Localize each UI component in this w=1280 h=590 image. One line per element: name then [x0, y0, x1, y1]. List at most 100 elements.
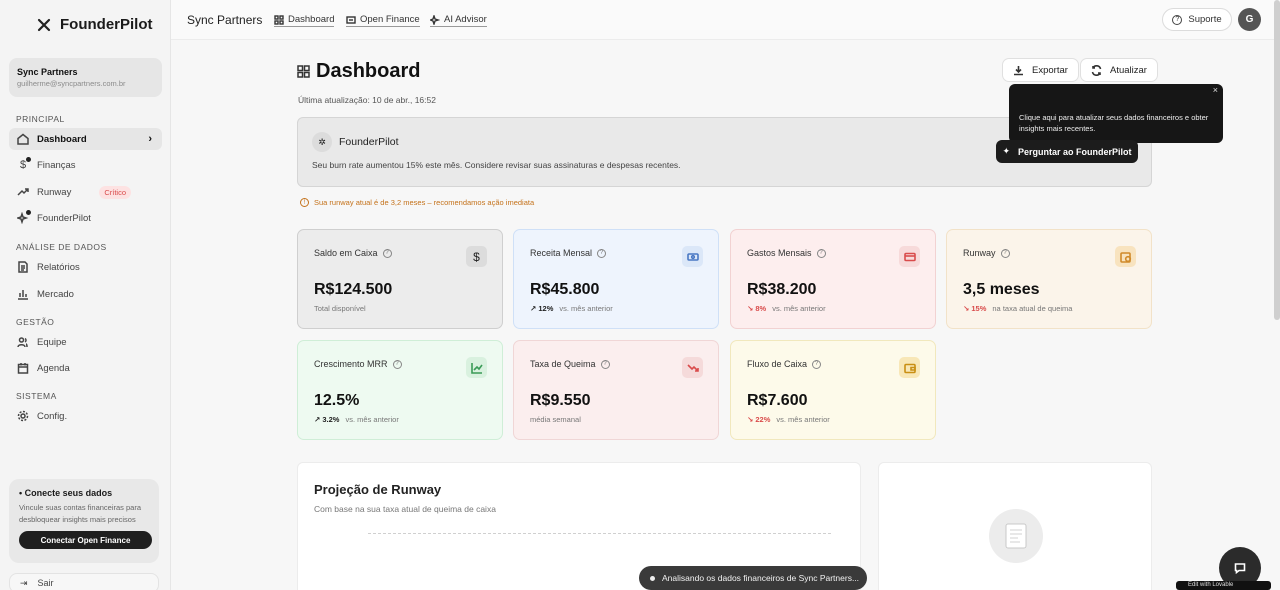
help-icon[interactable]: ?: [392, 359, 402, 369]
connect-open-finance-button[interactable]: Conectar Open Finance: [19, 531, 152, 549]
card-label: Taxa de Queima?: [530, 359, 610, 369]
sidebar-item-runway[interactable]: Runway Crítico: [9, 181, 162, 203]
refresh-button[interactable]: Atualizar: [1080, 58, 1158, 82]
help-icon[interactable]: ?: [1000, 248, 1010, 258]
ask-founderpilot-button[interactable]: ✦ Perguntar ao FounderPilot: [996, 140, 1138, 163]
dollar-icon: $: [466, 246, 487, 267]
status-dot: [650, 575, 655, 581]
refresh-icon: [1091, 64, 1102, 76]
sidebar-item-relatorios[interactable]: Relatórios: [9, 256, 162, 278]
alert-circle-icon: !: [300, 198, 309, 207]
warning-text: Sua runway atual é de 3,2 meses – recome…: [314, 198, 535, 207]
founderpilot-logo-icon: [37, 18, 51, 31]
section-gestao: GESTÃO: [16, 317, 55, 327]
card-sub: ↘ 15% na taxa atual de queima: [963, 304, 1073, 313]
card-sub: Total disponível: [314, 304, 366, 313]
card-queima[interactable]: Taxa de Queima? R$9.550 média semanal: [513, 340, 719, 440]
topbar: Sync Partners Dashboard Open Finance AI …: [171, 0, 1280, 40]
chevron-right-icon: ›: [148, 133, 152, 145]
account-email: guilherme@syncpartners.com.br: [17, 79, 126, 88]
panel-subtitle: Com base na sua taxa atual de queima de …: [314, 504, 496, 514]
card-value: R$124.500: [314, 281, 393, 298]
nav-link-dashboard[interactable]: Dashboard: [274, 14, 335, 27]
card-gastos[interactable]: Gastos Mensais? R$38.200 ↘ 8% vs. mês ant…: [730, 229, 936, 329]
card-saldo[interactable]: Saldo em Caixa? $ R$124.500 Total dispon…: [297, 229, 503, 329]
sidebar-item-label: Relatórios: [37, 261, 80, 273]
sidebar-item-financas[interactable]: $ Finanças: [9, 154, 162, 176]
page-title: Dashboard: [297, 60, 420, 83]
side-panel: [878, 462, 1152, 590]
card-mrr[interactable]: Crescimento MRR? 12.5% ↗ 3.2% vs. mês ant…: [297, 340, 503, 440]
help-icon[interactable]: ?: [382, 248, 392, 258]
sidebar-item-founderpilot[interactable]: FounderPilot: [9, 207, 162, 229]
nav-link-open-finance[interactable]: Open Finance: [346, 14, 420, 27]
last-updated: Última atualização: 10 de abr., 16:52: [298, 95, 436, 105]
trending-icon: [17, 186, 29, 198]
help-icon[interactable]: ?: [812, 359, 822, 369]
card-sub: ↘ 8% vs. mês anterior: [747, 304, 826, 313]
nav-link-ai-advisor[interactable]: AI Advisor: [430, 14, 487, 27]
sparkles-icon: [430, 14, 440, 25]
sidebar: FounderPilot Sync Partners guilherme@syn…: [0, 0, 171, 590]
sidebar-item-agenda[interactable]: Agenda: [9, 357, 162, 379]
wallet-icon: [899, 357, 920, 378]
dollar-icon: $: [17, 157, 31, 171]
bar-chart-icon: [17, 288, 29, 300]
export-button[interactable]: Exportar: [1002, 58, 1079, 82]
sidebar-item-label: Finanças: [37, 159, 76, 171]
logout-icon: ⇥: [20, 577, 28, 588]
sidebar-item-dashboard[interactable]: Dashboard ›: [9, 128, 162, 150]
support-button[interactable]: ? Suporte: [1162, 8, 1232, 31]
account-name: Sync Partners: [17, 67, 78, 77]
ask-button-label: Perguntar ao FounderPilot: [1018, 146, 1132, 157]
card-sub: ↘ 22% vs. mês anterior: [747, 415, 830, 424]
sidebar-item-config[interactable]: Config.: [9, 405, 162, 427]
help-icon[interactable]: ?: [600, 359, 610, 369]
tooltip-text: Clique aqui para atualizar seus dados fi…: [1019, 113, 1209, 133]
card-label: Receita Mensal?: [530, 248, 607, 258]
credit-card-icon: [899, 246, 920, 267]
refresh-tooltip: × Clique aqui para atualizar seus dados …: [1009, 84, 1223, 143]
help-icon[interactable]: ?: [816, 248, 826, 258]
card-sub: ↗ 12% vs. mês anterior: [530, 304, 613, 313]
card-receita[interactable]: Receita Mensal? R$45.800 ↗ 12% vs. mês an…: [513, 229, 719, 329]
card-runway[interactable]: Runway? 3,5 meses ↘ 15% na taxa atual de …: [946, 229, 1152, 329]
card-value: R$45.800: [530, 281, 600, 298]
download-icon: [1014, 65, 1023, 75]
help-circle-icon: ?: [1172, 14, 1183, 25]
logout-button[interactable]: ⇥ Sair: [9, 573, 159, 590]
section-analise: ANÁLISE DE DADOS: [16, 242, 107, 252]
calendar-icon: [17, 362, 29, 374]
dashboard-icon: [297, 65, 310, 78]
trending-down-icon: [682, 357, 703, 378]
support-label: Suporte: [1188, 14, 1222, 25]
scrollbar[interactable]: [1274, 0, 1280, 320]
connect-description: Vincule suas contas financeiras para des…: [19, 503, 142, 524]
help-icon[interactable]: ?: [597, 248, 607, 258]
gear-icon: [17, 410, 29, 422]
ai-message: Seu burn rate aumentou 15% este mês. Con…: [312, 160, 681, 170]
edit-badge[interactable]: Edit with Lovable: [1176, 581, 1271, 590]
card-value: 3,5 meses: [963, 281, 1040, 298]
notification-dot: [26, 157, 31, 162]
founderpilot-logo-icon: ✲: [312, 132, 332, 152]
brand-name: FounderPilot: [60, 16, 153, 33]
users-icon: [17, 336, 29, 348]
notification-dot: [26, 210, 31, 215]
close-icon[interactable]: ×: [1213, 85, 1218, 96]
account-card[interactable]: Sync Partners guilherme@syncpartners.com…: [9, 58, 162, 97]
sidebar-item-mercado[interactable]: Mercado: [9, 283, 162, 305]
card-label: Saldo em Caixa?: [314, 248, 392, 258]
sidebar-item-equipe[interactable]: Equipe: [9, 331, 162, 353]
connect-data-card: • Conecte seus dados Vincule suas contas…: [9, 479, 159, 563]
card-value: R$9.550: [530, 392, 591, 409]
avatar[interactable]: G: [1238, 8, 1261, 31]
chart-gridline: [368, 533, 831, 534]
sidebar-item-label: Mercado: [37, 288, 74, 300]
card-fluxo[interactable]: Fluxo de Caixa? R$7.600 ↘ 22% vs. mês ant…: [730, 340, 936, 440]
card-value: R$38.200: [747, 281, 817, 298]
loading-toast: Analisando os dados financeiros de Sync …: [639, 566, 867, 590]
connect-title: • Conecte seus dados: [19, 488, 113, 498]
sparkles-icon: [17, 210, 31, 224]
brand-logo[interactable]: FounderPilot: [36, 16, 153, 33]
